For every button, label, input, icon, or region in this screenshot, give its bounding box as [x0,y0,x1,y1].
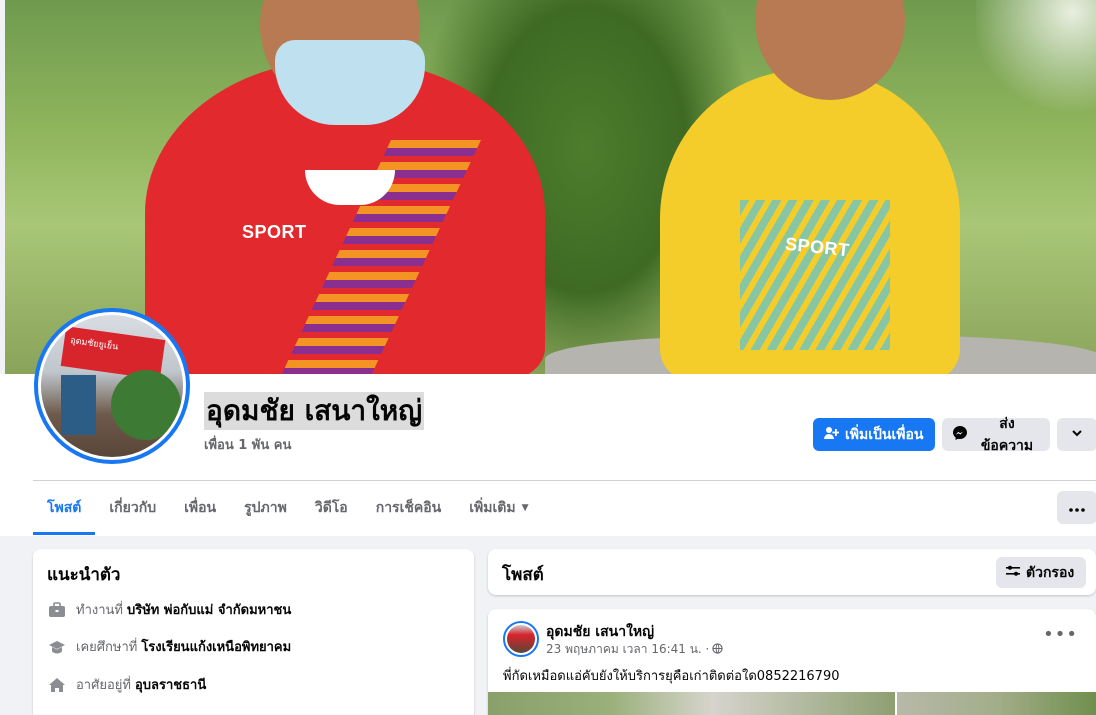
intro-lives-value[interactable]: อุบลราชธานี [135,674,206,695]
intro-title: แนะนำตัว [47,565,121,585]
tab-videos[interactable]: วิดีโอ [301,481,362,535]
tab-checkins-label: การเช็คอิน [375,500,442,516]
intro-work-prefix: ทำงานที่ [76,603,123,618]
posts-header-title: โพสต์ [502,565,544,585]
friend-count[interactable]: เพื่อน 1 พัน คน [204,434,291,455]
intro-study-value[interactable]: โรงเรียนแก้งเหนือพิทยาคม [141,636,291,657]
briefcase-icon [47,600,67,620]
tab-more[interactable]: เพิ่มเติม ▼ [455,481,542,535]
tab-videos-label: วิดีโอ [314,500,348,516]
post-photo[interactable] [897,692,1096,715]
intro-study-prefix: เคยศึกษาที่ [76,640,138,655]
posts-header-card: โพสต์ ตัวกรอง [488,549,1096,595]
add-friend-icon [823,425,840,445]
tab-posts[interactable]: โพสต์ [33,481,96,535]
tab-about[interactable]: เกี่ยวกับ [95,481,170,535]
message-label: ส่งข้อความ [980,415,1034,454]
cover-child-yellow-shirt [660,70,960,374]
cover-photo[interactable]: SPORT SPORT [5,0,1096,374]
post-text: พี่กัดเหมือดแอ่คับยังให้บริการยุคือเก่าต… [503,669,840,684]
avatar-door [61,375,96,435]
intro-work-value[interactable]: บริษัท พ่อกับแม่ จำกัดมหาชน [127,599,291,620]
avatar-tree [111,370,181,440]
filter-icon [1006,565,1020,581]
messenger-icon [952,425,968,445]
avatar-banner-text: อุดมชัยยูเย็น [69,335,119,353]
post-card: อุดมชัย เสนาใหญ่ 23 พฤษภาคม เวลา 16:41 น… [488,609,1096,715]
intro-lives: อาศัยอยู่ที่ อุบลราชธานี [47,674,206,695]
post-photo[interactable] [488,692,895,715]
message-button[interactable]: ส่งข้อความ [942,416,1050,454]
profile-options-button[interactable] [1057,418,1096,451]
intro-lives-prefix: อาศัยอยู่ที่ [76,678,131,693]
tab-about-label: เกี่ยวกับ [109,500,157,516]
tab-friends-label: เพื่อน [184,500,217,516]
globe-icon [712,642,724,657]
profile-name: อุดมชัย เสนาใหญ่ [204,392,425,430]
intro-study: เคยศึกษาที่ โรงเรียนแก้งเหนือพิทยาคม [47,636,291,657]
post-meta: 23 พฤษภาคม เวลา 16:41 น. · [546,640,724,659]
graduation-cap-icon [47,637,67,657]
tab-posts-label: โพสต์ [47,500,82,516]
shirt-print-left: SPORT [242,222,307,242]
post-timestamp[interactable]: 23 พฤษภาคม เวลา 16:41 น. · [546,640,709,659]
intro-work: ทำงานที่ บริษัท พ่อกับแม่ จำกัดมหาชน [47,599,291,620]
caret-down-icon: ▼ [521,503,529,513]
post-author-avatar[interactable] [503,621,539,657]
chevron-down-icon [1070,426,1084,444]
add-friend-button[interactable]: เพิ่มเป็นเพื่อน [813,418,935,451]
home-icon [47,675,67,695]
filter-label: ตัวกรอง [1026,564,1075,581]
profile-avatar[interactable]: อุดมชัยยูเย็น [34,308,190,464]
tab-checkins[interactable]: การเช็คอิน [362,481,456,535]
tab-photos[interactable]: รูปภาพ [230,481,301,535]
filter-button[interactable]: ตัวกรอง [996,557,1086,588]
profile-tabs: โพสต์ เกี่ยวกับ เพื่อน รูปภาพ วิดีโอ การ… [33,481,543,535]
more-icon [1069,500,1085,516]
intro-card: แนะนำตัว ทำงานที่ บริษัท พ่อกับแม่ จำกัด… [33,549,474,715]
tab-photos-label: รูปภาพ [244,500,287,516]
tab-friends[interactable]: เพื่อน [170,481,230,535]
post-options-icon[interactable]: ••• [1043,624,1078,645]
tab-more-label: เพิ่มเติม [469,500,516,516]
tabs-more-options-button[interactable] [1057,491,1096,524]
cover-sky [976,0,1096,120]
add-friend-label: เพิ่มเป็นเพื่อน [845,426,924,443]
